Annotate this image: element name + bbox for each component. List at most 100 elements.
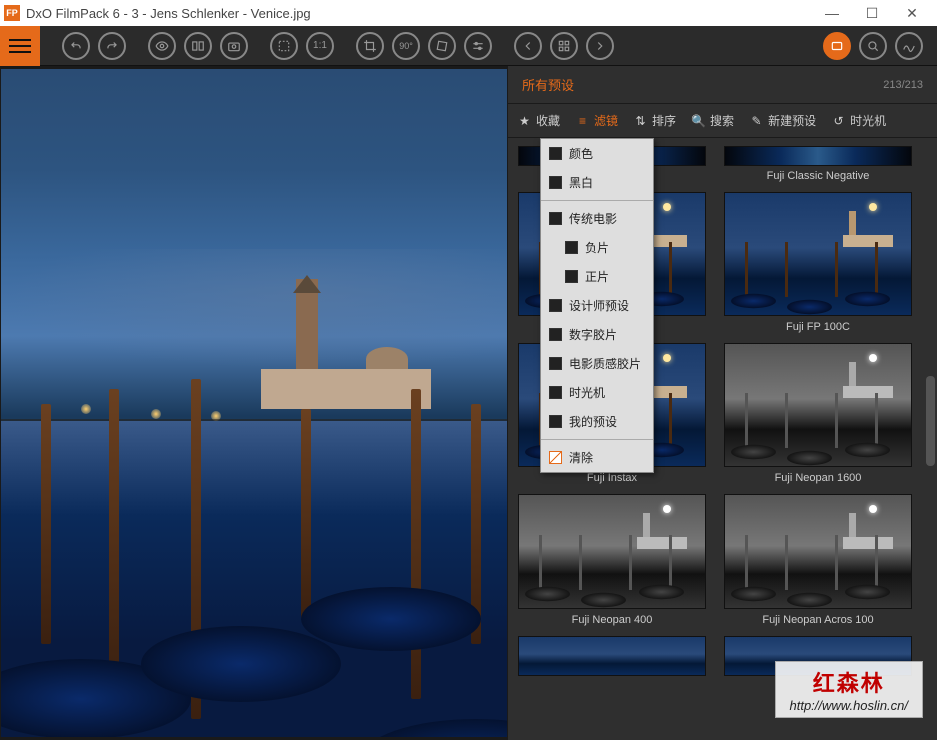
preset-label: Fuji Neopan Acros 100 [724, 614, 912, 626]
filter-option-classic-film[interactable]: 传统电影 [541, 204, 653, 233]
fit-zoom-button[interactable] [270, 32, 298, 60]
preset-label: Fuji Neopan 400 [518, 614, 706, 626]
minimize-button[interactable]: — [823, 5, 841, 22]
main-area: 所有预设 213/213 ★ 收藏 ≡ 滤镜 ⇅ 排序 🔍 搜索 ✎ 新建预设 [0, 66, 937, 740]
filter-option-bw[interactable]: 黑白 [541, 168, 653, 197]
checkbox-icon [565, 270, 578, 283]
menu-button[interactable] [0, 26, 40, 66]
tab-search[interactable]: 🔍 搜索 [692, 112, 734, 129]
watermark-url: http://www.hoslin.cn/ [786, 698, 913, 713]
preset-item[interactable]: Fuji FP 100C [724, 192, 912, 333]
toolbar: 1:1 90° [0, 26, 937, 66]
preset-label: Fuji Classic Negative [724, 170, 912, 182]
actual-size-button[interactable]: 1:1 [306, 32, 334, 60]
filter-option-designer[interactable]: 设计师预设 [541, 291, 653, 320]
filter-dropdown: 颜色 黑白 传统电影 负片 正片 设计师预设 数字胶片 电影质感胶片 时光机 我… [540, 138, 654, 473]
sort-icon: ⇅ [634, 114, 647, 127]
tab-time-machine[interactable]: ↺ 时光机 [832, 112, 886, 129]
snapshot-button[interactable] [220, 32, 248, 60]
filter-option-cine-film[interactable]: 电影质感胶片 [541, 349, 653, 378]
filter-option-label: 传统电影 [569, 210, 617, 227]
redo-button[interactable] [98, 32, 126, 60]
undo-button[interactable] [62, 32, 90, 60]
presets-grid: + Fuji Classic Negative [508, 138, 937, 740]
histogram-panel-button[interactable] [895, 32, 923, 60]
filter-option-label: 清除 [569, 449, 593, 466]
image-viewer[interactable] [0, 66, 508, 740]
filter-option-time-machine[interactable]: 时光机 [541, 378, 653, 407]
close-button[interactable]: ✕ [903, 5, 921, 22]
straighten-button[interactable] [428, 32, 456, 60]
titlebar: FP DxO FilmPack 6 - 3 - Jens Schlenker -… [0, 0, 937, 26]
next-image-button[interactable] [586, 32, 614, 60]
filter-option-label: 正片 [585, 268, 609, 285]
filter-option-label: 我的预设 [569, 413, 617, 430]
grid-view-button[interactable] [550, 32, 578, 60]
filter-option-positive[interactable]: 正片 [541, 262, 653, 291]
app-logo: FP [4, 5, 20, 21]
preset-label: Fuji FP 100C [724, 321, 912, 333]
checkbox-icon [549, 415, 562, 428]
checkbox-icon [549, 328, 562, 341]
filter-option-label: 负片 [585, 239, 609, 256]
presets-header-label: 所有预设 [522, 75, 574, 94]
presets-panel: 所有预设 213/213 ★ 收藏 ≡ 滤镜 ⇅ 排序 🔍 搜索 ✎ 新建预设 [508, 66, 937, 740]
filter-option-digital-film[interactable]: 数字胶片 [541, 320, 653, 349]
maximize-button[interactable]: ☐ [863, 5, 881, 22]
checkbox-icon [549, 299, 562, 312]
tab-time-machine-label: 时光机 [850, 112, 886, 129]
presets-header: 所有预设 213/213 [508, 66, 937, 104]
filter-option-label: 数字胶片 [569, 326, 617, 343]
tab-favorites[interactable]: ★ 收藏 [518, 112, 560, 129]
clock-icon: ↺ [832, 114, 845, 127]
filter-option-negative[interactable]: 负片 [541, 233, 653, 262]
tab-sort[interactable]: ⇅ 排序 [634, 112, 676, 129]
checkbox-icon [549, 147, 562, 160]
filter-option-color[interactable]: 颜色 [541, 139, 653, 168]
filter-option-label: 颜色 [569, 145, 593, 162]
search-icon: 🔍 [692, 114, 705, 127]
main-image [1, 69, 507, 737]
preset-item[interactable]: Fuji Neopan 1600 [724, 343, 912, 484]
tab-filter-label: 滤镜 [594, 112, 618, 129]
filter-option-label: 设计师预设 [569, 297, 629, 314]
presets-count: 213/213 [883, 79, 923, 91]
tab-sort-label: 排序 [652, 112, 676, 129]
panel-tabs: ★ 收藏 ≡ 滤镜 ⇅ 排序 🔍 搜索 ✎ 新建预设 ↺ 时光机 [508, 104, 937, 138]
preset-label: Fuji Instax [518, 472, 706, 484]
prev-image-button[interactable] [514, 32, 542, 60]
compare-button[interactable] [184, 32, 212, 60]
presets-panel-button[interactable] [823, 32, 851, 60]
crop-button[interactable] [356, 32, 384, 60]
tab-search-label: 搜索 [710, 112, 734, 129]
rotate-button[interactable]: 90° [392, 32, 420, 60]
tab-new-preset[interactable]: ✎ 新建预设 [750, 112, 816, 129]
preset-label: Fuji Neopan 1600 [724, 472, 912, 484]
filter-option-label: 电影质感胶片 [569, 355, 641, 372]
tab-filter[interactable]: ≡ 滤镜 [576, 112, 618, 129]
preview-toggle-button[interactable] [148, 32, 176, 60]
tab-new-preset-label: 新建预设 [768, 112, 816, 129]
checkbox-icon [549, 357, 562, 370]
adjustments-button[interactable] [464, 32, 492, 60]
filter-option-label: 黑白 [569, 174, 593, 191]
watermark: 红森林 http://www.hoslin.cn/ [775, 661, 924, 718]
checkbox-icon [565, 241, 578, 254]
checkbox-icon [549, 212, 562, 225]
preset-item[interactable] [518, 636, 706, 676]
watermark-text: 红森林 [786, 666, 913, 698]
filter-option-label: 时光机 [569, 384, 605, 401]
filter-option-my-presets[interactable]: 我的预设 [541, 407, 653, 436]
filter-option-clear[interactable]: 清除 [541, 443, 653, 472]
preset-item[interactable]: Fuji Neopan 400 [518, 494, 706, 626]
tab-favorites-label: 收藏 [536, 112, 560, 129]
preset-item[interactable]: Fuji Neopan Acros 100 [724, 494, 912, 626]
new-preset-icon: ✎ [750, 114, 763, 127]
scrollbar-thumb[interactable] [926, 376, 935, 466]
checkbox-icon [549, 176, 562, 189]
search-panel-button[interactable] [859, 32, 887, 60]
clear-icon [549, 451, 562, 464]
checkbox-icon [549, 386, 562, 399]
window-title: DxO FilmPack 6 - 3 - Jens Schlenker - Ve… [26, 6, 823, 21]
preset-item[interactable]: Fuji Classic Negative [724, 146, 912, 182]
